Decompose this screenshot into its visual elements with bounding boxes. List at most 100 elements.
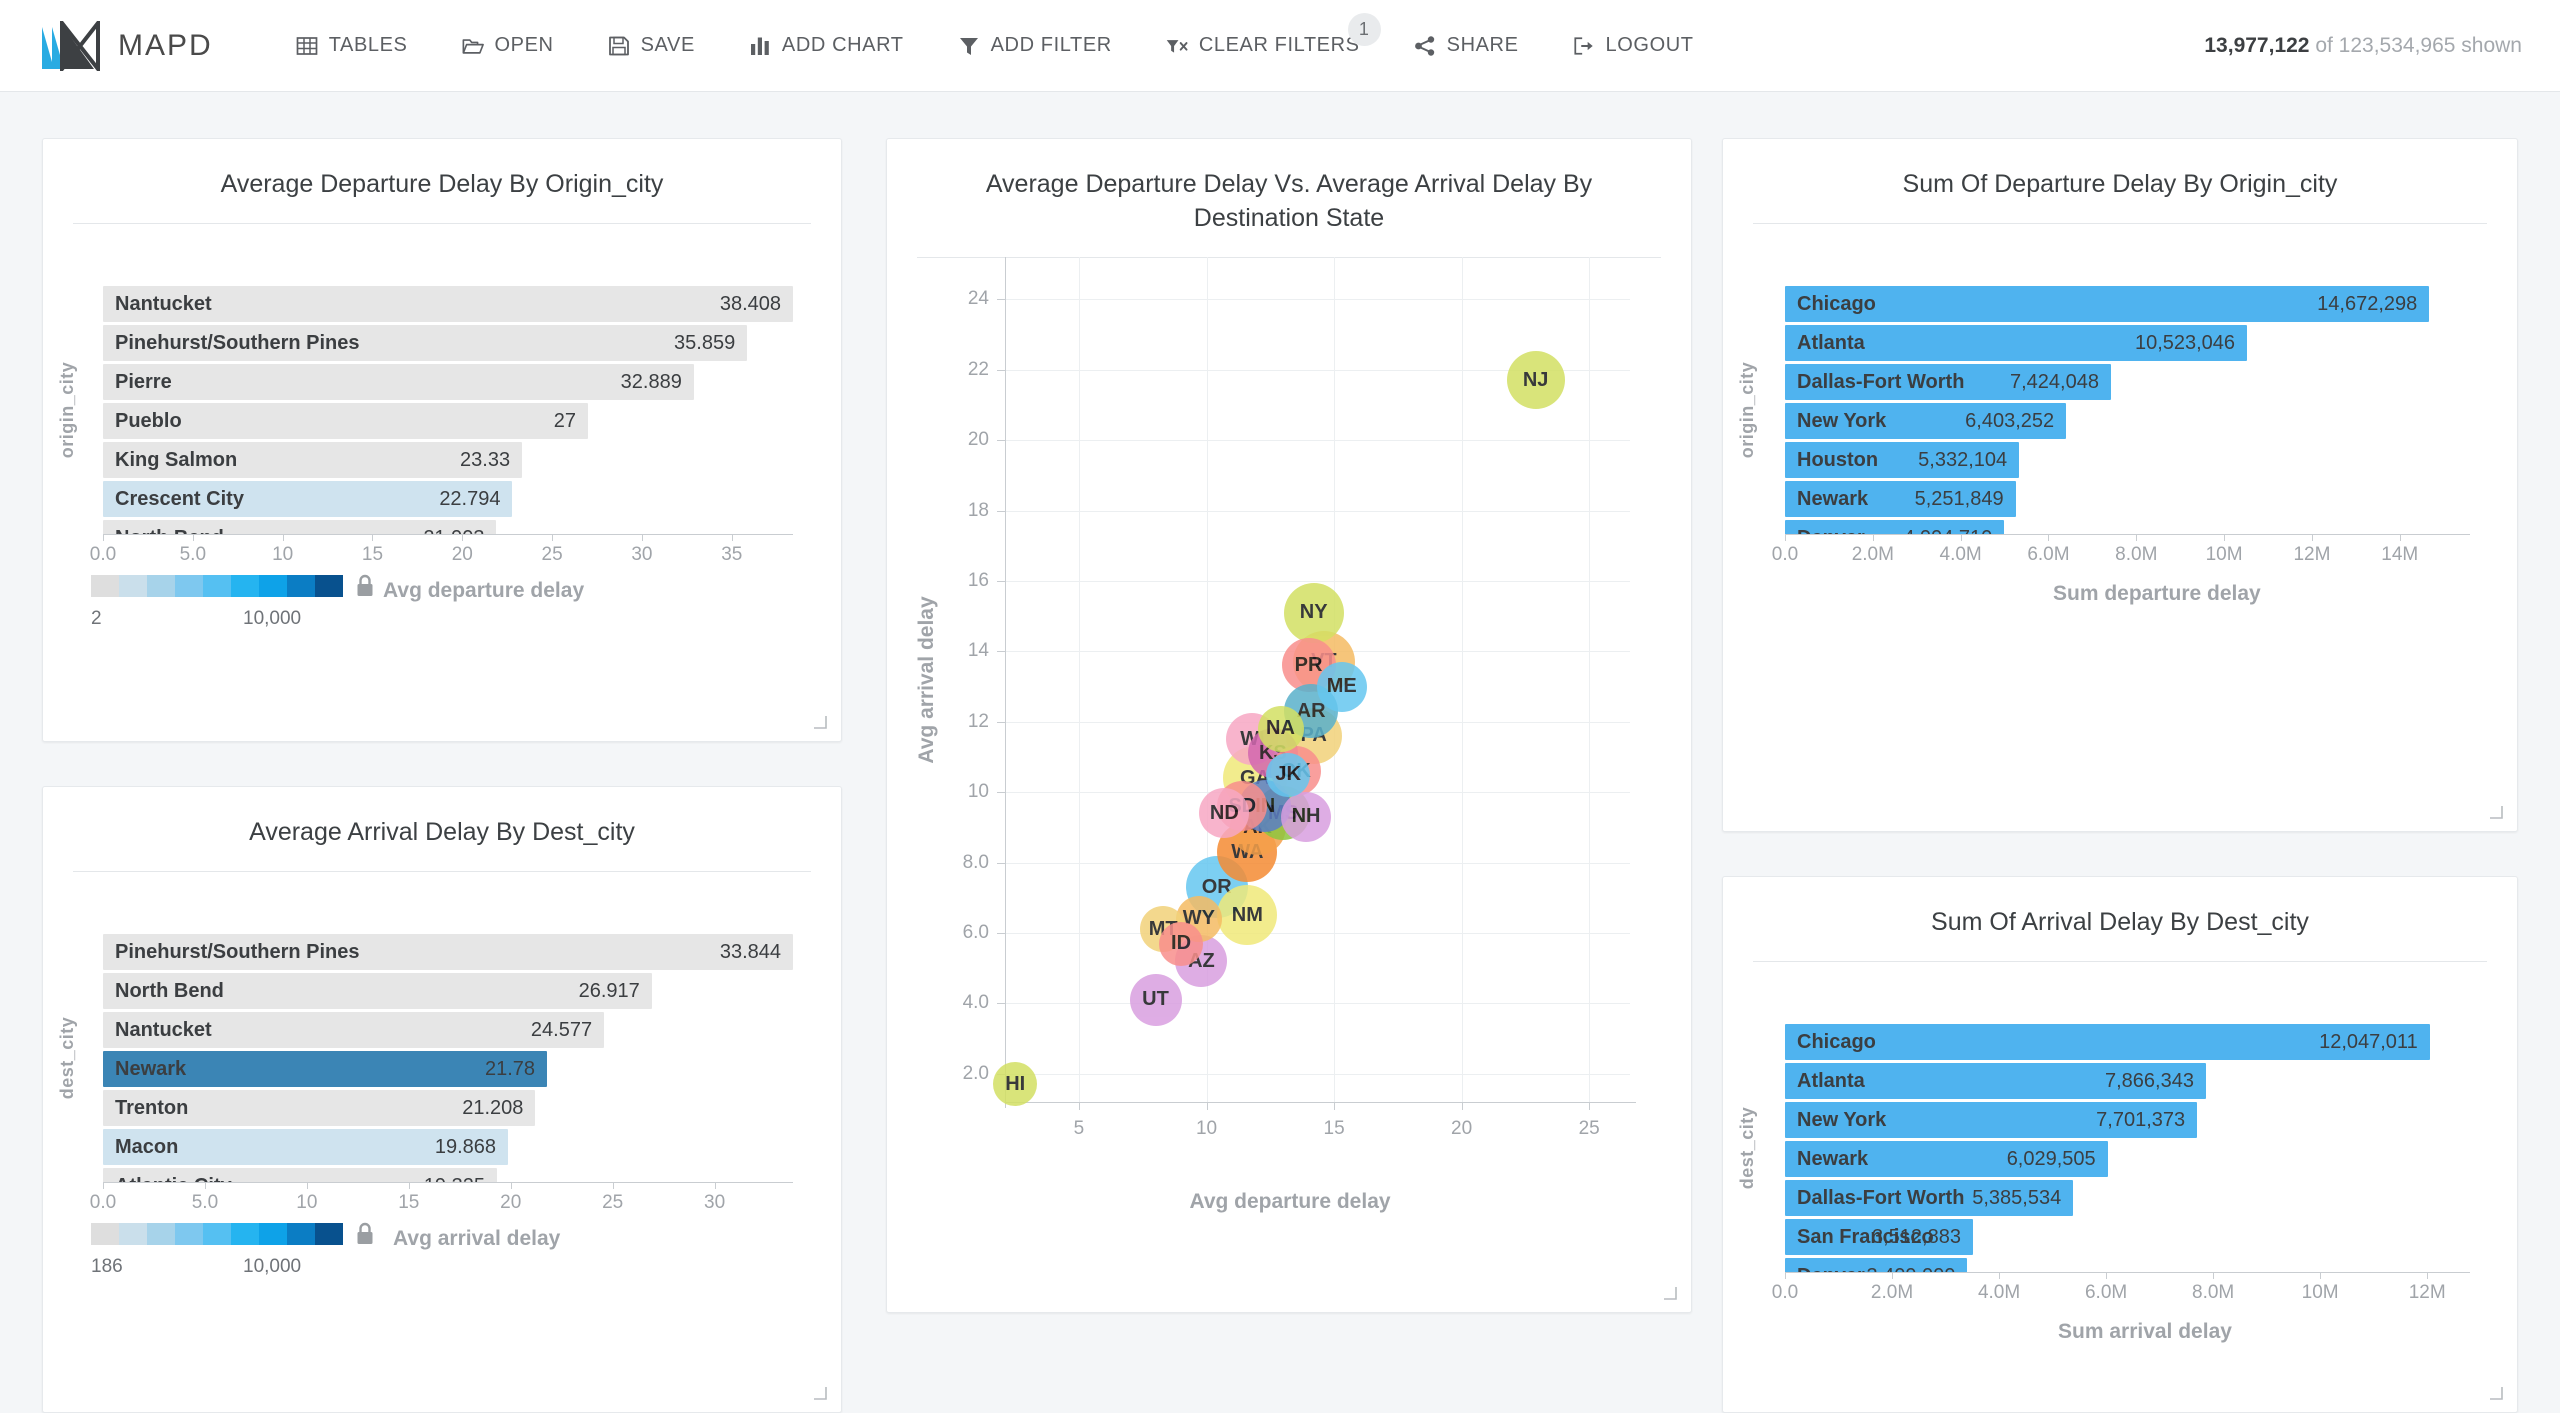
row-chart-rows[interactable]: Nantucket 38.408 Pinehurst/Southern Pines 3… (103, 286, 793, 534)
row-chart-row[interactable]: New York 7,701,373 (1785, 1102, 2470, 1138)
axis-line (1785, 534, 2470, 535)
row-chart-row[interactable]: Newark 6,029,505 (1785, 1141, 2470, 1177)
resize-handle[interactable] (2489, 805, 2503, 819)
resize-handle[interactable] (1663, 1286, 1677, 1300)
scatter-y-tick-label: 2.0 (962, 1062, 989, 1084)
menu-item-logout[interactable]: LOGOUT (1546, 0, 1721, 92)
menu-item-share[interactable]: SHARE (1387, 0, 1546, 92)
legend-swatch (287, 575, 315, 597)
resize-handle[interactable] (2489, 1386, 2503, 1400)
scatter-bubble[interactable]: NY (1283, 582, 1344, 643)
row-chart-row[interactable]: New York 6,403,252 (1785, 403, 2470, 439)
row-chart-bar[interactable] (103, 364, 694, 400)
menu-item-add-chart[interactable]: ADD CHART (722, 0, 931, 92)
color-scale-legend[interactable]: 186 10,000 (91, 1222, 375, 1280)
scatter-bubble[interactable]: UT (1129, 973, 1182, 1026)
row-chart-row[interactable]: Denver 4,994,710 (1785, 520, 2470, 534)
row-chart-row[interactable]: North Bend 26.917 (103, 973, 793, 1009)
menu-item-tables[interactable]: TABLES (269, 0, 435, 92)
chart-card-scatter-dep-vs-arr[interactable]: Average Departure Delay Vs. Average Arri… (886, 138, 1692, 1313)
row-count-shown: 13,977,122 (2204, 33, 2310, 57)
scatter-bubble[interactable]: NJ (1506, 351, 1565, 410)
chart-card-sum-departure-delay[interactable]: Sum Of Departure Delay By Origin_city or… (1722, 138, 2518, 832)
scatter-x-tick-label: 25 (1578, 1118, 1600, 1139)
menu-item-save[interactable]: SAVE (581, 0, 722, 92)
lock-icon[interactable] (355, 574, 375, 598)
color-scale-legend[interactable]: 2 10,000 (91, 574, 375, 632)
scatter-bubble[interactable]: HI (993, 1062, 1038, 1107)
scatter-gridline-vertical (1461, 257, 1463, 1102)
row-chart-row[interactable]: North Bend 21.903 (103, 520, 793, 534)
row-chart-rows[interactable]: Chicago 14,672,298 Atlanta 10,523,046 Dallas… (1785, 286, 2470, 534)
row-chart-row[interactable]: Nantucket 38.408 (103, 286, 793, 322)
axis-line (1785, 1272, 2470, 1273)
menu-item-clear-filters[interactable]: CLEAR FILTERS 1 (1139, 0, 1387, 92)
row-chart-row[interactable]: Newark 5,251,849 (1785, 481, 2470, 517)
row-chart-row[interactable]: Houston 5,332,104 (1785, 442, 2470, 478)
menu-item-add-filter[interactable]: ADD FILTER (931, 0, 1139, 92)
row-chart-row[interactable]: Nantucket 24.577 (103, 1012, 793, 1048)
axis-tick-label: 2.0M (1870, 1282, 1914, 1303)
chart-card-avg-arrival-delay[interactable]: Average Arrival Delay By Dest_city dest_… (42, 786, 842, 1413)
row-chart-row[interactable]: San Francisco 3,512,883 (1785, 1219, 2470, 1255)
legend-min-label: 2 (91, 608, 102, 629)
row-chart-row[interactable]: Atlanta 7,866,343 (1785, 1063, 2470, 1099)
menu-item-open[interactable]: OPEN (435, 0, 581, 92)
row-chart-row[interactable]: Pinehurst/Southern Pines 33.844 (103, 934, 793, 970)
bar-chart-icon (749, 35, 771, 57)
row-chart-row-label: Dallas-Fort Worth (1797, 1187, 1965, 1209)
scatter-bubble[interactable]: NA (1257, 705, 1304, 752)
row-chart-row[interactable]: Denver3,409,999 (1785, 1258, 2470, 1272)
scatter-bubble-label: NM (1231, 903, 1263, 926)
row-chart-row[interactable]: Pueblo 27 (103, 403, 793, 439)
scatter-bubble[interactable]: ID (1159, 921, 1204, 966)
scatter-bubble-label: HI (1005, 1072, 1026, 1095)
lock-icon[interactable] (355, 1222, 375, 1246)
row-chart-rows[interactable]: Chicago 12,047,011 Atlanta 7,866,343 New Yor… (1785, 1024, 2470, 1272)
row-chart-row-value: 5,251,849 (1914, 488, 2004, 510)
row-chart-row[interactable]: Newark 21.78 (103, 1051, 793, 1087)
row-chart-row[interactable]: Dallas-Fort Worth 5,385,534 (1785, 1180, 2470, 1216)
row-count-suffix: of 123,534,965 shown (2309, 33, 2522, 57)
scatter-plot-body[interactable]: 2.04.06.08.01012141618202224510152025GAV… (887, 139, 1691, 1239)
scatter-bubble[interactable]: ME (1316, 661, 1367, 712)
funnel-x-icon (1166, 35, 1188, 57)
chart-card-sum-arrival-delay[interactable]: Sum Of Arrival Delay By Dest_city dest_c… (1722, 876, 2518, 1413)
row-chart-row[interactable]: Macon 19.868 (103, 1129, 793, 1165)
scatter-y-tick (997, 369, 1005, 371)
row-chart-row[interactable]: Atlanta 10,523,046 (1785, 325, 2470, 361)
row-chart-row-value: 21.903 (423, 520, 484, 534)
legend-swatch (203, 1223, 231, 1245)
axis-tick-label: 0.0 (1771, 1282, 1799, 1303)
resize-handle[interactable] (813, 1386, 827, 1400)
scatter-x-tick (1206, 1102, 1208, 1110)
chart-card-avg-departure-delay[interactable]: Average Departure Delay By Origin_city o… (42, 138, 842, 742)
row-chart-row[interactable]: Chicago 14,672,298 (1785, 286, 2470, 322)
scatter-y-tick (997, 510, 1005, 512)
scatter-bubble[interactable]: NM (1217, 885, 1278, 946)
axis-tick (204, 1182, 206, 1189)
row-chart-row[interactable]: Trenton 21.208 (103, 1090, 793, 1126)
scatter-bubble[interactable]: JK (1266, 752, 1311, 797)
row-chart-row[interactable]: Chicago 12,047,011 (1785, 1024, 2470, 1060)
axis-tick (306, 1182, 308, 1189)
row-chart-row[interactable]: Atlantic City 19.325 (103, 1168, 793, 1182)
scatter-gridline-horizontal (1005, 580, 1630, 582)
scatter-x-tick (1589, 1102, 1591, 1110)
row-chart-rows[interactable]: Pinehurst/Southern Pines 33.844 North Bend… (103, 934, 793, 1182)
scatter-bubble[interactable]: NH (1281, 791, 1332, 842)
scatter-y-tick (997, 299, 1005, 301)
scatter-x-axis-line (1005, 1102, 1636, 1103)
axis-tick-label: 30 (631, 544, 653, 565)
row-chart-row-value: 23.33 (460, 449, 511, 471)
row-chart-row[interactable]: Dallas-Fort Worth 7,424,048 (1785, 364, 2470, 400)
row-chart-row[interactable]: Pinehurst/Southern Pines 35.859 (103, 325, 793, 361)
row-count-status: 13,977,122 of 123,534,965 shown (2204, 34, 2522, 58)
scatter-bubble[interactable]: ND (1199, 788, 1250, 839)
axis-tick-label: 0.0 (89, 1192, 117, 1213)
row-chart-row[interactable]: King Salmon 23.33 (103, 442, 793, 478)
row-chart-row[interactable]: Crescent City 22.794 (103, 481, 793, 517)
resize-handle[interactable] (813, 715, 827, 729)
scatter-bubble-label: ID (1171, 932, 1192, 955)
row-chart-row[interactable]: Pierre 32.889 (103, 364, 793, 400)
